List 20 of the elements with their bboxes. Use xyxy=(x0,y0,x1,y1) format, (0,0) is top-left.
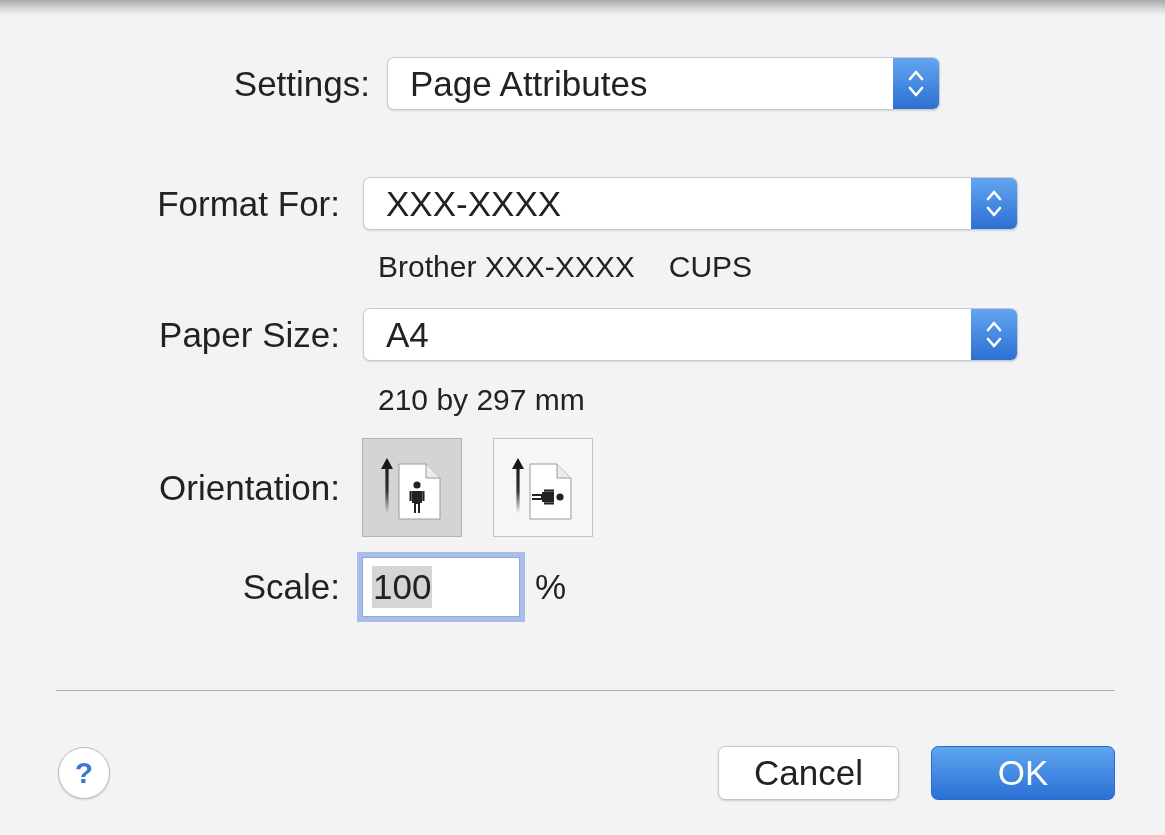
scale-label: Scale: xyxy=(242,567,340,607)
format-for-label: Format For: xyxy=(157,183,340,224)
portrait-orientation-button[interactable] xyxy=(362,438,462,537)
landscape-orientation-button[interactable] xyxy=(493,438,593,537)
updown-chevron-icon xyxy=(893,58,939,109)
ok-button[interactable]: OK xyxy=(931,746,1115,800)
paper-size-popup[interactable]: A4 xyxy=(363,308,1018,361)
orientation-label: Orientation: xyxy=(159,467,340,508)
paper-size-label: Paper Size: xyxy=(159,314,340,355)
percent-unit: % xyxy=(535,567,567,607)
format-for-popup[interactable]: XXX-XXXX xyxy=(363,177,1018,230)
updown-chevron-icon xyxy=(971,309,1017,360)
paper-dimensions: 210 by 297 mm xyxy=(378,385,585,415)
help-button[interactable]: ? xyxy=(58,747,110,799)
printer-description: Brother XXX-XXXX xyxy=(378,252,635,282)
updown-chevron-icon xyxy=(971,178,1017,229)
driver-name: CUPS xyxy=(668,252,753,282)
cancel-button[interactable]: Cancel xyxy=(718,746,899,800)
settings-popup[interactable]: Page Attributes xyxy=(387,57,940,110)
settings-label: Settings: xyxy=(233,63,370,104)
